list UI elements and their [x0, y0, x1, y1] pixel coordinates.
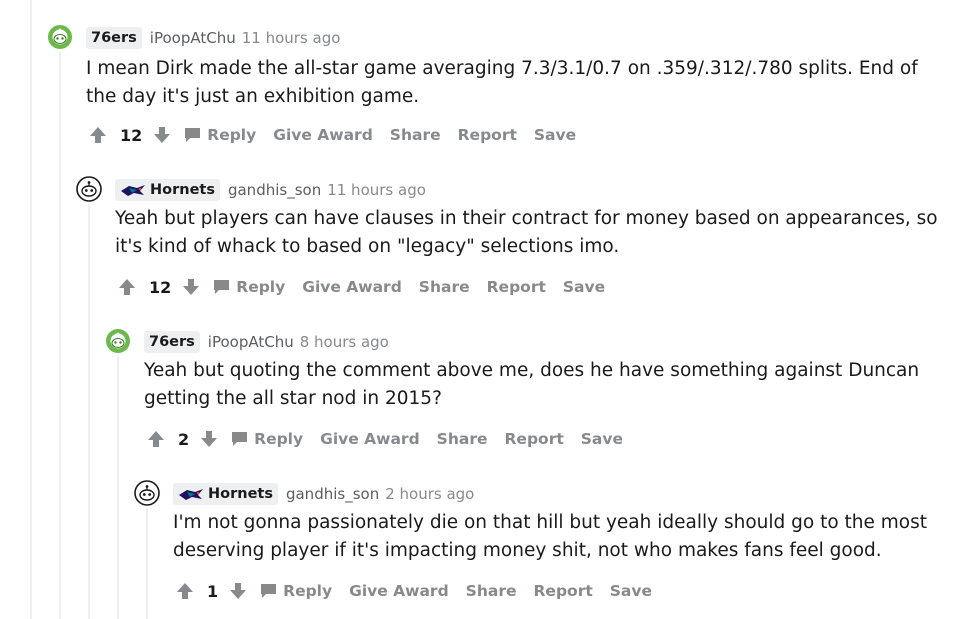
- downvote-icon[interactable]: [181, 277, 201, 297]
- vote-score: 12: [120, 125, 143, 145]
- user-flair: 76ers: [86, 27, 142, 49]
- reply-label: Reply: [283, 582, 333, 600]
- report-button[interactable]: Report: [534, 582, 593, 600]
- report-button[interactable]: Report: [458, 126, 517, 144]
- vote-score: 12: [149, 277, 172, 297]
- reply-button[interactable]: Reply: [184, 126, 256, 144]
- reply-label: Reply: [207, 126, 257, 144]
- give-award-button[interactable]: Give Award: [349, 582, 449, 600]
- share-button[interactable]: Share: [437, 430, 488, 448]
- reply-button[interactable]: Reply: [231, 430, 303, 448]
- give-award-button[interactable]: Give Award: [320, 430, 420, 448]
- comment-body: I mean Dirk made the all-star game avera…: [86, 58, 918, 107]
- report-button[interactable]: Report: [487, 278, 546, 296]
- thread-line[interactable]: [88, 204, 90, 619]
- flair-text: 76ers: [91, 30, 137, 46]
- comment-body: Yeah but players can have clauses in the…: [115, 208, 938, 257]
- thread-line[interactable]: [146, 508, 148, 619]
- comment-meta: 76ers iPoopAtChu 11 hours ago: [86, 27, 340, 49]
- share-button[interactable]: Share: [419, 278, 470, 296]
- thread-line[interactable]: [30, 0, 32, 619]
- author-link[interactable]: gandhis_son: [228, 180, 321, 200]
- vote-score: 1: [207, 581, 219, 601]
- comment-actions: 12 Reply Give Award Share Report Save: [117, 277, 622, 297]
- thread-line[interactable]: [59, 52, 61, 619]
- user-flair: Hornets: [115, 179, 220, 201]
- give-award-button[interactable]: Give Award: [302, 278, 402, 296]
- chat-bubble-icon: [184, 127, 201, 143]
- green-snoo-avatar-icon: [48, 25, 72, 49]
- give-award-button[interactable]: Give Award: [273, 126, 373, 144]
- comment-body: Yeah but quoting the comment above me, d…: [144, 360, 920, 409]
- timestamp[interactable]: 11 hours ago: [242, 28, 341, 48]
- comment-actions: 1 Reply Give Award Share Report Save: [175, 581, 669, 601]
- downvote-icon[interactable]: [199, 429, 219, 449]
- green-snoo-avatar-icon: [106, 329, 130, 353]
- comment-meta: Hornets gandhis_son 2 hours ago: [173, 483, 474, 505]
- timestamp[interactable]: 11 hours ago: [327, 180, 426, 200]
- flair-text: Hornets: [208, 486, 273, 502]
- user-flair: Hornets: [173, 483, 278, 505]
- user-avatar[interactable]: [105, 328, 131, 354]
- thread-line[interactable]: [117, 356, 119, 619]
- comment-meta: 76ers iPoopAtChu 8 hours ago: [144, 331, 389, 353]
- comment-body: I'm not gonna passionately die on that h…: [173, 512, 928, 561]
- hornets-logo-icon: [120, 182, 146, 198]
- timestamp[interactable]: 8 hours ago: [300, 332, 389, 352]
- reply-label: Reply: [236, 278, 286, 296]
- author-link[interactable]: iPoopAtChu: [208, 332, 294, 352]
- flair-text: 76ers: [149, 334, 195, 350]
- upvote-icon[interactable]: [88, 125, 108, 145]
- default-snoo-avatar-icon: [134, 480, 160, 506]
- reply-button[interactable]: Reply: [213, 278, 285, 296]
- save-button[interactable]: Save: [610, 582, 652, 600]
- chat-bubble-icon: [231, 431, 248, 447]
- downvote-icon[interactable]: [228, 581, 248, 601]
- reply-button[interactable]: Reply: [260, 582, 332, 600]
- user-avatar[interactable]: [134, 480, 160, 506]
- vote-score: 2: [178, 429, 190, 449]
- user-avatar[interactable]: [76, 176, 102, 202]
- save-button[interactable]: Save: [581, 430, 623, 448]
- comment-actions: 2 Reply Give Award Share Report Save: [146, 429, 640, 449]
- author-link[interactable]: gandhis_son: [286, 484, 379, 504]
- hornets-logo-icon: [178, 486, 204, 502]
- default-snoo-avatar-icon: [76, 176, 102, 202]
- reply-label: Reply: [254, 430, 304, 448]
- timestamp[interactable]: 2 hours ago: [385, 484, 474, 504]
- upvote-icon[interactable]: [117, 277, 137, 297]
- share-button[interactable]: Share: [466, 582, 517, 600]
- upvote-icon[interactable]: [175, 581, 195, 601]
- comment-meta: Hornets gandhis_son 11 hours ago: [115, 179, 426, 201]
- share-button[interactable]: Share: [390, 126, 441, 144]
- comment-actions: 12 Reply Give Award Share Report Save: [88, 125, 593, 145]
- author-link[interactable]: iPoopAtChu: [150, 28, 236, 48]
- user-avatar[interactable]: [47, 24, 73, 50]
- report-button[interactable]: Report: [505, 430, 564, 448]
- save-button[interactable]: Save: [563, 278, 605, 296]
- downvote-icon[interactable]: [152, 125, 172, 145]
- chat-bubble-icon: [260, 583, 277, 599]
- save-button[interactable]: Save: [534, 126, 576, 144]
- upvote-icon[interactable]: [146, 429, 166, 449]
- flair-text: Hornets: [150, 182, 215, 198]
- user-flair: 76ers: [144, 331, 200, 353]
- chat-bubble-icon: [213, 279, 230, 295]
